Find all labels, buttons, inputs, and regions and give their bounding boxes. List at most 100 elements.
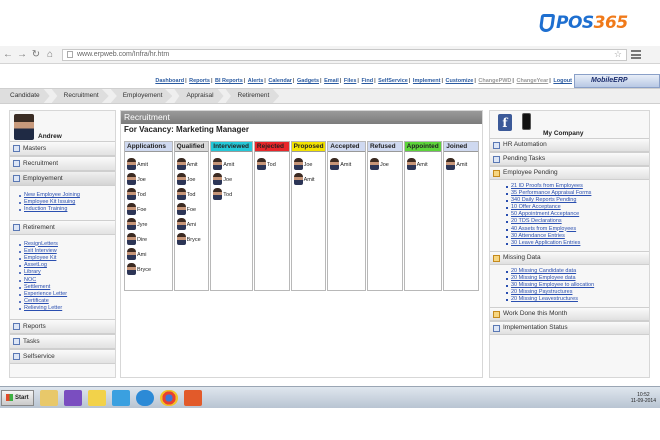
bookmark-star-icon[interactable]: ☆ [614,49,622,60]
panel-work-done[interactable]: Work Done this Month [490,307,649,322]
candidate-card[interactable]: Joe [293,155,326,170]
candidate-card[interactable]: Joe [369,155,402,170]
mobile-erp-button[interactable]: MobileERP [574,74,660,88]
candidate-card[interactable]: Ami [176,215,209,230]
office-icon[interactable] [183,389,202,406]
pending-link[interactable]: 40 Assets from Employees [506,226,649,233]
column-header[interactable]: Accepted [328,142,365,152]
sidebar-item-reports[interactable]: Reports [10,318,115,334]
link-exit-interview[interactable]: Exit Interview [19,248,115,255]
candidate-card[interactable]: Jyre [127,215,172,230]
menu-reports[interactable]: Reports [189,78,210,84]
candidate-card[interactable]: Amit [330,155,365,170]
notes-icon[interactable] [87,389,106,406]
link-certificate[interactable]: Certificate [19,298,115,305]
missing-link[interactable]: 20 Missing Candidate data [506,268,649,275]
column-header[interactable]: Appointed [404,142,442,152]
panel-employee-pending[interactable]: Employee Pending [490,166,649,180]
menu-customize[interactable]: Customize [446,78,474,84]
candidate-card[interactable]: Foe [127,200,172,215]
column-header[interactable]: Refused [367,142,402,152]
column-header[interactable]: Applications [125,142,172,152]
panel-pending-tasks[interactable]: Pending Tasks [490,152,649,166]
menu-calendar[interactable]: Calendar [268,78,292,84]
tab-employement[interactable]: Employement [110,89,173,103]
address-bar[interactable]: www.erpweb.com/Infra/hr.htm ☆ [62,48,627,61]
sidebar-item-masters[interactable]: Masters [10,141,115,156]
candidate-card[interactable]: Amit [446,155,478,170]
missing-link[interactable]: 20 Missing Paystructures [506,289,649,296]
menu-alerts[interactable]: Alerts [248,78,264,84]
tab-recruitment[interactable]: Recruitment [51,89,109,103]
menu-find[interactable]: Find [361,78,373,84]
link-resign-letters[interactable]: ResignLetters [19,241,115,248]
sidebar-item-retirement[interactable]: Retirement [10,219,115,235]
link-asset-log[interactable]: AssetLog [19,262,115,269]
pending-link[interactable]: 340 Daily Reports Pending [506,197,649,204]
pending-link[interactable]: 30 Attendance Entries [506,233,649,240]
phone-icon[interactable] [522,113,531,130]
panel-missing-data[interactable]: Missing Data [490,250,649,265]
sidebar-item-recruitment[interactable]: Recruitment [10,156,115,171]
menu-change-year[interactable]: ChangeYear [516,78,548,84]
menu-implement[interactable]: Implement [413,78,441,84]
facebook-icon[interactable]: f [498,114,512,131]
link-library[interactable]: Library [19,269,115,276]
panel-hr-automation[interactable]: HR Automation [490,138,649,152]
candidate-card[interactable]: Bryce [176,230,209,245]
menu-selfservice[interactable]: SelfService [378,78,408,84]
column-header[interactable]: Qualified [174,142,209,152]
candidate-card[interactable]: Joe [176,170,209,185]
missing-link[interactable]: 20 Missing Leavestructures [506,296,649,303]
start-button[interactable]: Start [1,389,34,406]
reload-icon[interactable]: ↻ [30,48,42,62]
link-induction-training[interactable]: Induction Training [19,206,115,213]
candidate-card[interactable]: Bryce [127,260,172,275]
menu-logout[interactable]: Logout [553,78,572,84]
column-header[interactable]: Interviewed [211,142,252,152]
link-settlement[interactable]: Settlement [19,284,115,291]
tab-appraisal[interactable]: Appraisal [174,89,224,103]
chrome-browser-icon[interactable] [159,389,178,406]
browser-menu-icon[interactable] [631,50,641,59]
candidate-card[interactable]: Ami [127,245,172,260]
candidate-card[interactable]: Joe [127,170,172,185]
forward-arrow-icon[interactable]: → [16,48,28,62]
user-icon[interactable] [111,389,130,406]
tab-retirement[interactable]: Retirement [225,89,280,103]
sidebar-item-tasks[interactable]: Tasks [10,333,115,349]
sidebar-item-employement[interactable]: Employement [10,171,115,186]
candidate-card[interactable]: Amit [176,155,209,170]
link-employee-kit[interactable]: Employee Kit [19,255,115,262]
app-grid-icon[interactable] [63,389,82,406]
pending-link[interactable]: 35 Performance Appraisal Forms [506,190,649,197]
menu-bi-reports[interactable]: BI Reports [215,78,243,84]
pending-link[interactable]: 10 Offer Acceptance [506,204,649,211]
menu-gadgets[interactable]: Gadgets [297,78,319,84]
ie-browser-icon[interactable] [135,389,154,406]
folder-icon[interactable] [39,389,58,406]
candidate-card[interactable]: Joe [213,170,252,185]
column-header[interactable]: Rejected [254,142,289,152]
sidebar-item-selfservice[interactable]: Selfservice [10,348,115,364]
candidate-card[interactable]: Dire [127,230,172,245]
missing-link[interactable]: 20 Missing Employee data [506,275,649,282]
pending-link[interactable]: 50 Appointment Acceptance [506,211,649,218]
candidate-card[interactable]: Amit [127,155,172,170]
candidate-card[interactable]: Tod [127,185,172,200]
menu-files[interactable]: Files [344,78,357,84]
link-experience-letter[interactable]: Experience Letter [19,291,115,298]
column-header[interactable]: Joined [444,142,478,152]
candidate-card[interactable]: Amit [213,155,252,170]
link-new-employee-joining[interactable]: New Employee Joining [19,192,115,199]
menu-email[interactable]: Email [324,78,339,84]
candidate-card[interactable]: Amit [406,155,442,170]
menu-dashboard[interactable]: Dashboard [155,78,184,84]
pending-link[interactable]: 21 ID Proofs from Employees [506,183,649,190]
pending-link[interactable]: 20 TDS Declarations [506,218,649,225]
home-icon[interactable]: ⌂ [44,48,56,62]
candidate-card[interactable]: Amit [293,170,326,185]
menu-change-pwd[interactable]: ChangePWD [478,78,511,84]
pending-link[interactable]: 30 Leave Application Entries [506,240,649,247]
missing-link[interactable]: 30 Missing Employee to allocation [506,282,649,289]
